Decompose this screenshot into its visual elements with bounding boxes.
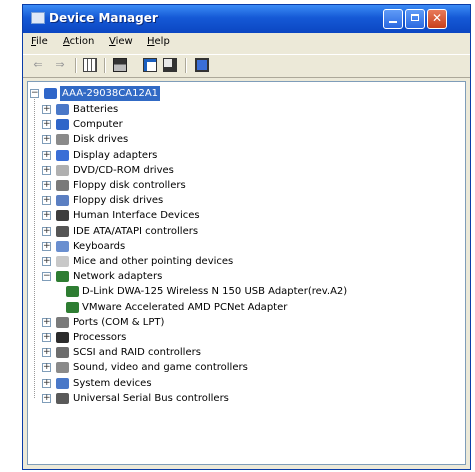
system-device-icon: [56, 377, 69, 389]
expand-icon[interactable]: +: [42, 165, 51, 175]
computer-name: AAA-29038CA12A1: [60, 86, 161, 101]
toolbar: ⇐ ⇒: [23, 54, 470, 78]
tree-item-label: Processors: [73, 332, 127, 343]
hid-icon: [56, 210, 69, 222]
tree-item-label: DVD/CD-ROM drives: [73, 164, 174, 176]
tree-item-label: Sound, video and game controllers: [73, 362, 248, 374]
forward-arrow-icon[interactable]: ⇒: [53, 58, 67, 72]
tree-item-label: Ports (COM & LPT): [73, 316, 165, 328]
expand-icon[interactable]: +: [42, 181, 51, 190]
computer-icon: [44, 88, 57, 99]
tree-item-label: Batteries: [73, 104, 119, 115]
expand-icon[interactable]: +: [42, 150, 51, 160]
back-arrow-icon[interactable]: ⇐: [31, 58, 45, 72]
ide-controller-icon: [56, 225, 69, 237]
toolbar-separator: [185, 58, 187, 73]
menu-help[interactable]: Help: [147, 36, 170, 47]
expand-icon[interactable]: +: [42, 226, 51, 236]
menu-bar: File Action View Help: [23, 34, 470, 52]
network-card-icon: [66, 301, 79, 313]
maximize-button[interactable]: [405, 9, 425, 29]
maximize-icon: [411, 14, 419, 21]
tree-item-label: System devices: [73, 377, 152, 389]
tree-item-label: Keyboards: [73, 240, 126, 252]
collapse-icon[interactable]: −: [42, 272, 51, 282]
expand-icon[interactable]: +: [42, 317, 51, 327]
scsi-controller-icon: [56, 347, 69, 359]
scan-hardware-icon[interactable]: [163, 58, 177, 72]
expand-icon[interactable]: +: [42, 393, 51, 403]
usb-icon: [56, 392, 69, 404]
menu-action[interactable]: Action: [63, 36, 94, 47]
expand-icon[interactable]: +: [42, 378, 51, 388]
menu-file[interactable]: File: [31, 36, 48, 47]
processor-icon: [56, 332, 69, 343]
port-icon: [56, 316, 69, 328]
device-manager-icon: [31, 12, 45, 24]
device-manager-window: Device Manager ✕ File Action View Help ⇐…: [22, 4, 471, 470]
printer-icon[interactable]: [113, 58, 127, 72]
network-adapter-icon: [56, 271, 69, 283]
tree-item-label: D-Link DWA-125 Wireless N 150 USB Adapte…: [82, 286, 348, 298]
toolbar-separator: [104, 58, 106, 73]
expand-icon[interactable]: +: [42, 241, 51, 251]
dvd-drive-icon: [56, 164, 69, 176]
floppy-controller-icon: [56, 180, 69, 191]
window-title: Device Manager: [49, 11, 158, 25]
grid-view-icon[interactable]: [83, 58, 97, 72]
menu-view[interactable]: View: [109, 36, 133, 47]
tree-guide-line: [34, 97, 35, 398]
device-tree[interactable]: − AAA-29038CA12A1 + Batteries + Computer + Di…: [27, 81, 466, 465]
tree-item-label: Universal Serial Bus controllers: [73, 392, 229, 404]
network-card-icon: [66, 286, 79, 298]
expand-icon[interactable]: +: [42, 120, 51, 130]
expand-icon[interactable]: +: [42, 348, 51, 358]
tree-item-label: Floppy disk drives: [73, 195, 164, 207]
tree-item-label: Network adapters: [73, 271, 163, 283]
close-button[interactable]: ✕: [427, 9, 447, 29]
tree-item-label: Mice and other pointing devices: [73, 256, 234, 267]
minimize-button[interactable]: [383, 9, 403, 29]
minimize-icon: [389, 21, 397, 23]
battery-icon: [56, 104, 69, 115]
disk-drive-icon: [56, 134, 69, 146]
expand-icon[interactable]: +: [42, 363, 51, 373]
sound-icon: [56, 362, 69, 374]
keyboard-icon: [56, 240, 69, 252]
tree-item-label: VMware Accelerated AMD PCNet Adapter: [82, 301, 288, 313]
expand-icon[interactable]: +: [42, 196, 51, 206]
display-adapter-icon: [56, 149, 69, 161]
properties-icon[interactable]: [143, 58, 157, 72]
computer-icon: [56, 119, 69, 131]
toolbar-separator: [75, 58, 77, 73]
title-bar[interactable]: Device Manager ✕: [23, 5, 470, 33]
mouse-icon: [56, 256, 69, 267]
tree-item-label: Disk drives: [73, 134, 129, 146]
floppy-drive-icon: [56, 195, 69, 207]
expand-icon[interactable]: +: [42, 333, 51, 342]
expand-icon[interactable]: +: [42, 105, 51, 114]
expand-icon[interactable]: +: [42, 257, 51, 266]
tree-item-label: Floppy disk controllers: [73, 180, 186, 191]
tree-item-label: IDE ATA/ATAPI controllers: [73, 225, 199, 237]
expand-icon[interactable]: +: [42, 135, 51, 145]
tree-item-label: SCSI and RAID controllers: [73, 347, 201, 359]
tree-item-label: Display adapters: [73, 149, 158, 161]
monitor-icon[interactable]: [195, 58, 209, 72]
expand-icon[interactable]: +: [42, 211, 51, 221]
tree-item-label: Human Interface Devices: [73, 210, 200, 222]
tree-item-label: Computer: [73, 119, 123, 131]
